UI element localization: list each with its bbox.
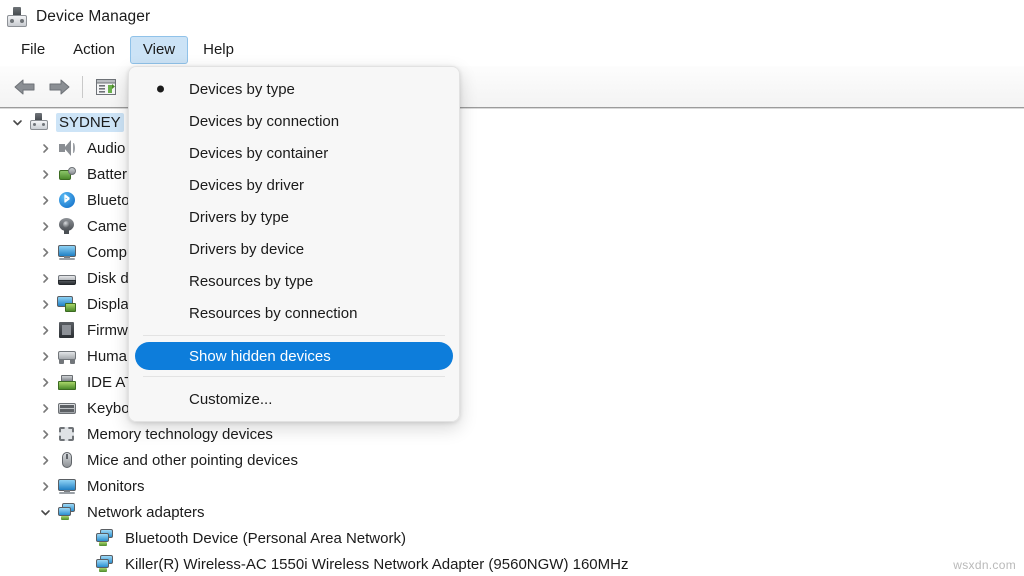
menu-item-label: Devices by type [189, 80, 295, 98]
memory-tech-icon [57, 425, 77, 443]
chevron-right-icon[interactable] [38, 219, 52, 233]
chevron-right-icon[interactable] [38, 453, 52, 467]
tree-row[interactable]: Network adapters [0, 499, 1024, 525]
menu-item-devices-by-container[interactable]: Devices by container [135, 137, 453, 169]
window-title: Device Manager [36, 7, 151, 25]
menu-item-resources-by-type[interactable]: Resources by type [135, 265, 453, 297]
menu-action[interactable]: Action [60, 36, 128, 64]
tree-row[interactable]: Killer(R) Wireless-AC 1550i Wireless Net… [0, 551, 1024, 576]
menu-item-devices-by-driver[interactable]: Devices by driver [135, 169, 453, 201]
menu-help[interactable]: Help [190, 36, 247, 64]
display-adapter-icon [57, 295, 77, 313]
radio-bullet-icon [157, 85, 164, 93]
chevron-right-icon[interactable] [38, 427, 52, 441]
menu-item-devices-by-connection[interactable]: Devices by connection [135, 105, 453, 137]
device-manager-window: Device Manager File Action View Help SYD… [0, 0, 1024, 576]
menu-item-label: Devices by container [189, 144, 329, 162]
computer-root-icon [29, 113, 49, 131]
speaker-icon [57, 139, 77, 157]
device-manager-icon [6, 6, 28, 28]
bluetooth-icon [57, 191, 77, 209]
tree-row-label: Killer(R) Wireless-AC 1550i Wireless Net… [125, 555, 629, 573]
network-adapter-icon [95, 555, 115, 573]
menu-item-label: Customize... [189, 390, 273, 408]
ide-controller-icon [57, 373, 77, 391]
menu-item-show-hidden-devices[interactable]: Show hidden devices [135, 342, 453, 370]
chevron-right-icon[interactable] [38, 245, 52, 259]
menu-separator [143, 335, 445, 336]
battery-icon [57, 165, 77, 183]
properties-window-icon [96, 79, 116, 95]
hid-icon [57, 347, 77, 365]
firmware-chip-icon [57, 321, 77, 339]
back-button[interactable] [8, 72, 42, 102]
menu-view[interactable]: View [129, 35, 189, 64]
menu-item-label: Resources by type [189, 272, 314, 290]
tree-row-label: Mice and other pointing devices [87, 451, 298, 469]
menu-item-devices-by-type[interactable]: Devices by type [135, 73, 453, 105]
menu-item-drivers-by-device[interactable]: Drivers by device [135, 233, 453, 265]
menu-file[interactable]: File [8, 36, 58, 64]
tree-row[interactable]: Bluetooth Device (Personal Area Network) [0, 525, 1024, 551]
menu-separator [143, 376, 445, 377]
tree-row[interactable]: Memory technology devices [0, 421, 1024, 447]
properties-button[interactable] [89, 72, 123, 102]
tree-row-label: Bluetooth Device (Personal Area Network) [125, 529, 406, 547]
tree-row-label: SYDNEY [56, 112, 124, 132]
menu-item-drivers-by-type[interactable]: Drivers by type [135, 201, 453, 233]
chevron-right-icon[interactable] [38, 167, 52, 181]
chevron-right-icon[interactable] [38, 271, 52, 285]
disk-drive-icon [57, 269, 77, 287]
tree-row-label: Network adapters [87, 503, 205, 521]
keyboard-icon [57, 399, 77, 417]
chevron-right-icon[interactable] [38, 141, 52, 155]
monitor-icon [57, 243, 77, 261]
chevron-down-icon[interactable] [38, 505, 52, 519]
mouse-icon [57, 451, 77, 469]
tree-row[interactable]: Mice and other pointing devices [0, 447, 1024, 473]
view-dropdown-menu[interactable]: Devices by type Devices by connection De… [128, 66, 460, 422]
tree-row[interactable]: Monitors [0, 473, 1024, 499]
menu-item-label: Drivers by device [189, 240, 305, 258]
watermark: wsxdn.com [953, 558, 1016, 572]
menu-item-customize[interactable]: Customize... [135, 383, 453, 415]
title-bar: Device Manager [0, 0, 1024, 33]
right-arrow-icon [49, 79, 70, 95]
menu-item-label: Show hidden devices [189, 347, 331, 365]
chevron-right-icon[interactable] [38, 479, 52, 493]
chevron-down-icon[interactable] [10, 115, 24, 129]
chevron-right-icon[interactable] [38, 349, 52, 363]
menu-item-label: Devices by connection [189, 112, 340, 130]
chevron-right-icon[interactable] [38, 297, 52, 311]
network-adapter-icon [95, 529, 115, 547]
monitor-icon [57, 477, 77, 495]
network-adapter-icon [57, 503, 77, 521]
left-arrow-icon [14, 79, 35, 95]
menu-item-label: Drivers by type [189, 208, 290, 226]
menu-bar: File Action View Help [0, 33, 1024, 66]
chevron-right-icon[interactable] [38, 193, 52, 207]
camera-icon [57, 217, 77, 235]
chevron-right-icon[interactable] [38, 323, 52, 337]
menu-item-label: Resources by connection [189, 304, 358, 322]
menu-item-resources-by-connection[interactable]: Resources by connection [135, 297, 453, 329]
tree-row-label: Memory technology devices [87, 425, 273, 443]
menu-item-label: Devices by driver [189, 176, 305, 194]
toolbar-divider-1 [82, 76, 83, 98]
tree-row-label: Monitors [87, 477, 145, 495]
forward-button[interactable] [42, 72, 76, 102]
chevron-right-icon[interactable] [38, 375, 52, 389]
chevron-right-icon[interactable] [38, 401, 52, 415]
